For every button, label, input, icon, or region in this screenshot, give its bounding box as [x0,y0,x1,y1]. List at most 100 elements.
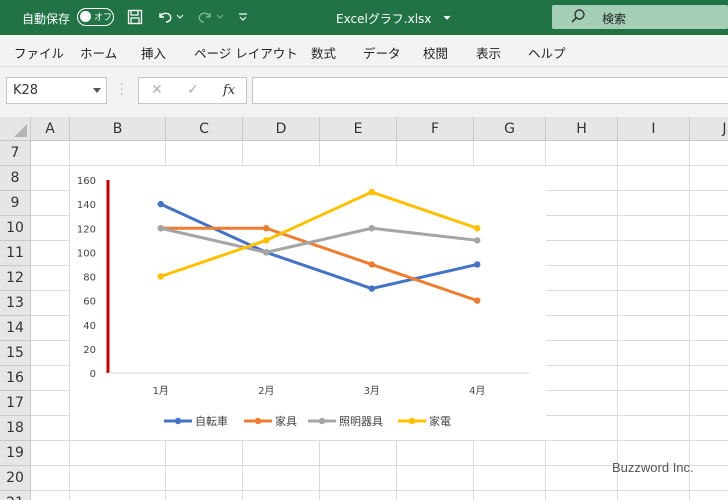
series-line [160,226,478,254]
legend-marker [174,417,182,425]
grid-line [689,141,690,500]
tab-help[interactable]: ヘルプ [528,43,566,62]
search-box[interactable]: 検索 [552,5,728,29]
y-tick-label: 140 [77,200,96,211]
column-header-h[interactable]: H [546,117,618,141]
row-header-21[interactable]: 21 [0,491,31,500]
y-tick-label: 100 [77,248,96,259]
line-chart[interactable]: 0 20 40 60 80 100 120 140 160 1月 2月 3月 4月 自転車 家具 照明器具 家電 [70,166,546,440]
y-tick-label: 40 [83,321,96,332]
data-point [263,249,270,256]
title-bar: 自動保存 オフ Excelグラフ.xlsx 検索 [0,0,728,35]
y-tick-label: 0 [90,369,96,380]
document-title: Excelグラフ.xlsx [336,12,432,26]
tab-view[interactable]: 表示 [476,43,501,62]
legend-label: 自転車 [195,414,228,428]
row-header-17[interactable]: 17 [0,391,31,416]
tab-data[interactable]: データ [363,43,401,62]
data-point [474,225,481,232]
y-tick-label: 120 [77,224,96,235]
row-header-11[interactable]: 11 [0,241,31,266]
name-box-value: K28 [13,83,39,98]
tab-review[interactable]: 校閲 [423,43,448,62]
formula-bar: K28 · · · ✕ ✓ fx [0,67,728,117]
title-dropdown-icon[interactable] [443,15,451,21]
column-header-j[interactable]: J [690,117,728,141]
data-point [157,273,164,280]
autosave-state: オフ [94,13,113,23]
y-tick-label: 60 [83,297,96,308]
grid-line [31,490,728,491]
insert-function-icon[interactable]: fx [223,83,235,98]
x-tick-label: 1月 [153,385,169,397]
x-tick-label: 2月 [258,385,274,397]
ribbon-tabs: ファイル ホーム 挿入 ページ レイアウト 数式 データ 校閲 表示 ヘルプ [0,35,728,67]
enter-icon[interactable]: ✓ [187,82,199,98]
undo-dropdown-icon[interactable] [174,7,186,27]
column-header-e[interactable]: E [320,117,397,141]
data-point [263,225,270,232]
legend-marker [254,417,262,425]
row-header-16[interactable]: 16 [0,366,31,391]
legend-marker [408,417,416,425]
search-placeholder: 検索 [602,12,627,26]
data-point [157,225,164,232]
row-header-7[interactable]: 7 [0,141,31,166]
column-header-a[interactable]: A [31,117,70,141]
column-header-d[interactable]: D [243,117,320,141]
data-point [368,188,375,196]
formula-buttons: ✕ ✓ fx [138,77,247,104]
grid-line [617,141,618,500]
name-box-dropdown-icon[interactable] [93,88,101,93]
column-header-c[interactable]: C [166,117,243,141]
column-header-g[interactable]: G [474,117,546,141]
row-header-14[interactable]: 14 [0,316,31,341]
chart-canvas: 0 20 40 60 80 100 120 140 160 1月 2月 3月 4月自転車 家具 照明器具 家電 [77,176,530,428]
row-header-9[interactable]: 9 [0,191,31,216]
y-tick-label: 160 [77,176,96,187]
formula-input[interactable] [252,77,728,104]
autosave-toggle[interactable]: オフ [77,8,114,26]
row-header-13[interactable]: 13 [0,291,31,316]
more-options-icon[interactable]: · · · [120,79,124,100]
tab-formulas[interactable]: 数式 [311,43,336,62]
data-point [474,297,481,304]
legend-label: 家具 [275,414,297,428]
row-header-19[interactable]: 19 [0,441,31,466]
autosave-label: 自動保存 [22,12,71,26]
name-box[interactable]: K28 [6,77,107,104]
legend-label: 家電 [429,414,451,428]
save-icon[interactable] [124,7,146,27]
data-point [368,261,375,268]
row-header-8[interactable]: 8 [0,166,31,191]
tab-insert[interactable]: 挿入 [141,43,166,62]
data-point [368,285,375,292]
redo-icon[interactable] [194,7,216,27]
data-point [474,261,481,268]
y-tick-label: 20 [83,345,96,356]
column-header-i[interactable]: I [618,117,690,141]
toggle-knob [80,11,91,22]
undo-icon[interactable] [154,7,176,27]
tab-home[interactable]: ホーム [80,43,117,62]
watermark: Buzzword Inc. [612,460,694,475]
data-point [368,225,375,232]
cancel-icon[interactable]: ✕ [151,82,163,98]
data-point [263,237,270,244]
row-header-12[interactable]: 12 [0,266,31,291]
tab-file[interactable]: ファイル [14,43,64,62]
column-header-f[interactable]: F [397,117,474,141]
redo-dropdown-icon[interactable] [214,7,226,27]
data-point [157,200,164,208]
customize-toolbar-icon[interactable] [232,7,254,27]
grid-line [31,440,728,441]
row-header-10[interactable]: 10 [0,216,31,241]
search-icon [571,9,585,23]
legend-label: 照明器具 [339,415,383,428]
column-header-b[interactable]: B [70,117,166,141]
row-header-15[interactable]: 15 [0,341,31,366]
row-header-18[interactable]: 18 [0,416,31,441]
tab-page-layout[interactable]: ページ レイアウト [194,43,298,62]
row-header-20[interactable]: 20 [0,466,31,491]
select-all-corner[interactable] [0,117,31,141]
